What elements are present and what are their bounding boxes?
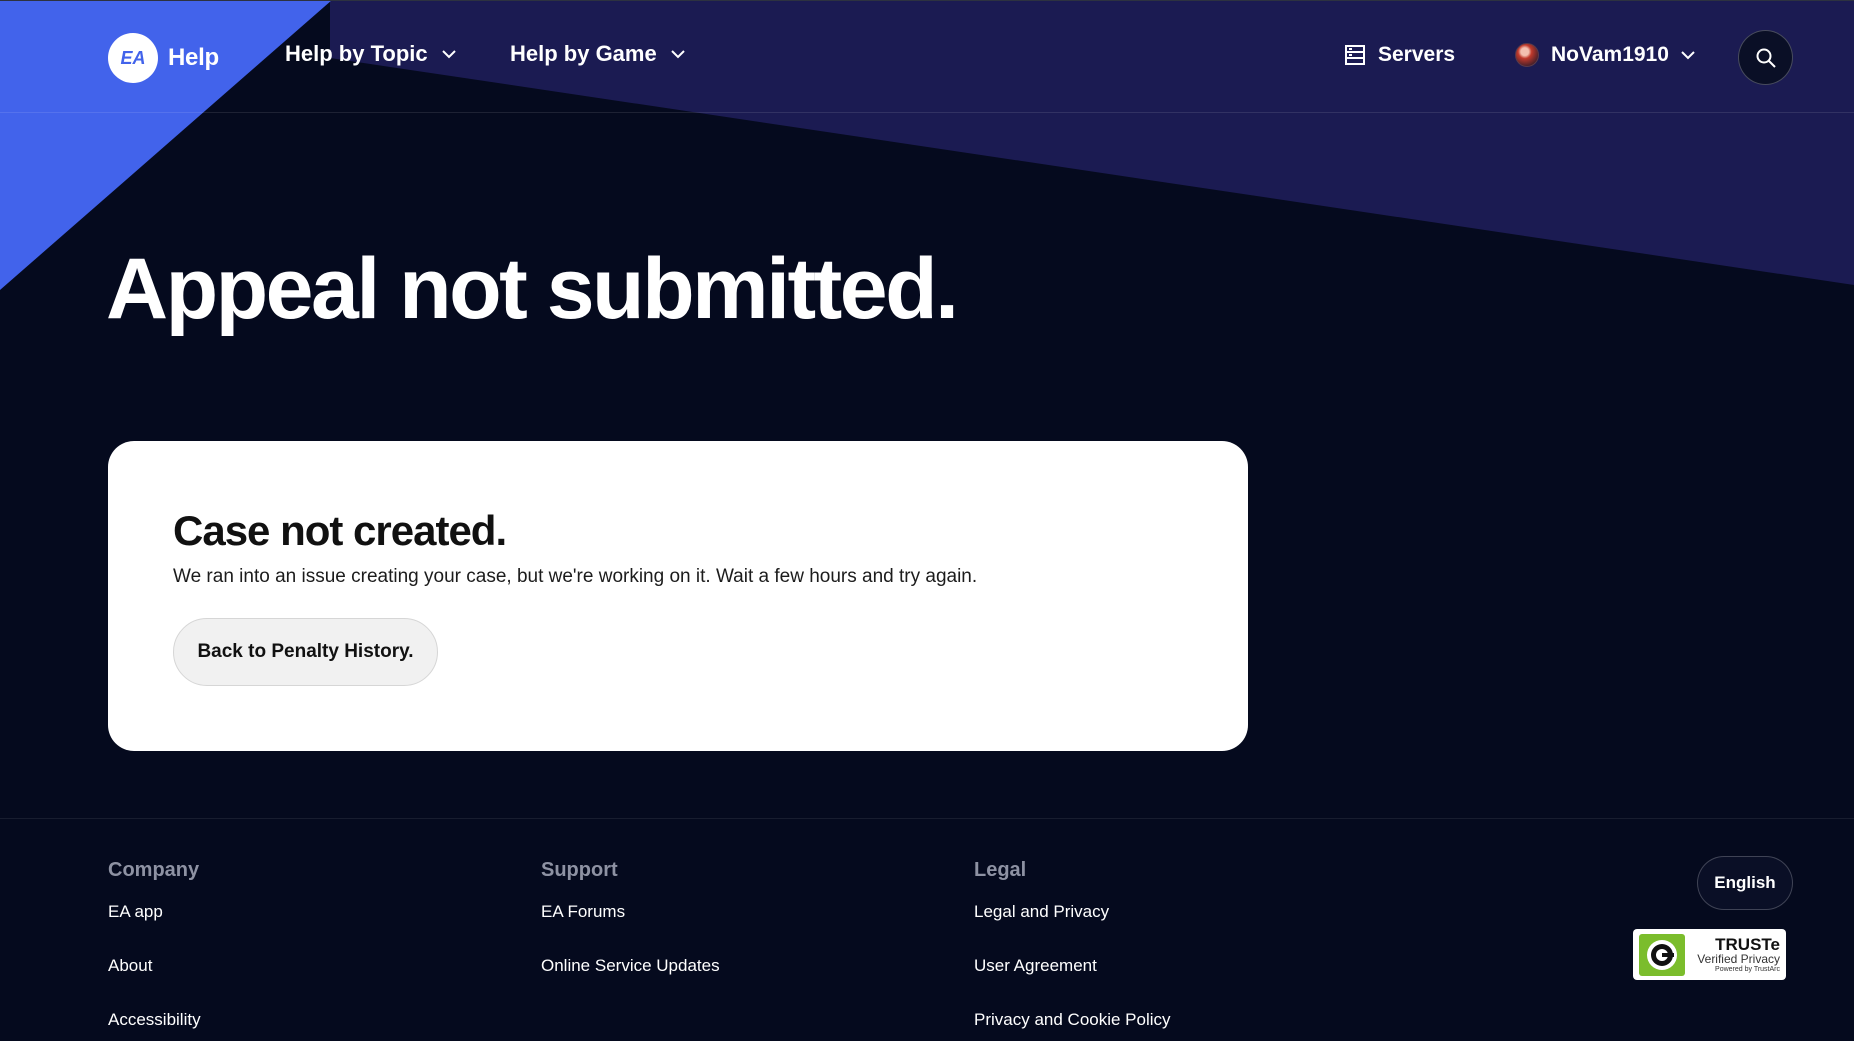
- footer-link-online-service-updates[interactable]: Online Service Updates: [541, 956, 720, 1010]
- error-card: Case not created. We ran into an issue c…: [108, 441, 1248, 751]
- footer-link-accessibility[interactable]: Accessibility: [108, 1010, 201, 1041]
- help-home-link[interactable]: EA Help: [108, 33, 219, 83]
- footer-link-privacy-and-cookie-policy[interactable]: Privacy and Cookie Policy: [974, 1010, 1171, 1041]
- top-nav-bar: EA Help Help by Topic Help by Game Serve…: [0, 0, 1854, 113]
- nav-help-by-topic[interactable]: Help by Topic: [285, 41, 456, 67]
- card-message: We ran into an issue creating your case,…: [173, 566, 978, 587]
- footer-heading: Support: [541, 859, 618, 881]
- page: EA Help Help by Topic Help by Game Serve…: [0, 0, 1854, 1041]
- user-menu[interactable]: NoVam1910: [1515, 43, 1695, 67]
- language-selector[interactable]: English: [1697, 856, 1793, 910]
- footer-link-ea-app[interactable]: EA app: [108, 902, 201, 956]
- card-title: Case not created.: [173, 507, 507, 554]
- search-button[interactable]: [1738, 30, 1793, 85]
- servers-link[interactable]: Servers: [1344, 43, 1455, 67]
- chevron-down-icon: [441, 49, 456, 58]
- truste-powered: Powered by TrustArc: [1715, 966, 1780, 974]
- servers-label: Servers: [1378, 43, 1456, 66]
- search-icon: [1756, 48, 1776, 68]
- chevron-down-icon: [671, 49, 685, 58]
- nav-help-by-topic-label: Help by Topic: [285, 41, 428, 66]
- footer-link-about[interactable]: About: [108, 956, 201, 1010]
- ea-logo-text: EA: [120, 48, 145, 68]
- footer: Company EA app About Accessibility Suppo…: [0, 818, 1854, 1041]
- truste-text: TRUSTe Verified Privacy Powered by Trust…: [1685, 934, 1780, 974]
- servers-icon: [1345, 45, 1365, 65]
- nav-help-by-game[interactable]: Help by Game: [510, 41, 685, 67]
- footer-heading: Legal: [974, 859, 1027, 881]
- help-label: Help: [168, 44, 219, 71]
- chevron-down-icon: [1681, 50, 1695, 59]
- truste-badge[interactable]: TRUSTe Verified Privacy Powered by Trust…: [1633, 929, 1786, 980]
- truste-logo-icon: [1639, 933, 1685, 976]
- footer-heading: Company: [108, 859, 200, 881]
- footer-link-legal-and-privacy[interactable]: Legal and Privacy: [974, 902, 1171, 956]
- truste-subtitle: Verified Privacy: [1697, 952, 1780, 967]
- footer-link-user-agreement[interactable]: User Agreement: [974, 956, 1171, 1010]
- username: NoVam1910: [1551, 43, 1669, 66]
- page-title: Appeal not submitted.: [106, 241, 959, 337]
- nav-help-by-game-label: Help by Game: [510, 41, 657, 66]
- footer-link-ea-forums[interactable]: EA Forums: [541, 902, 720, 956]
- truste-title: TRUSTe: [1715, 934, 1780, 954]
- footer-column-support: Support EA Forums Online Service Updates: [541, 859, 720, 1010]
- back-to-penalty-history-button[interactable]: Back to Penalty History.: [173, 618, 438, 686]
- avatar: [1515, 43, 1539, 67]
- footer-column-legal: Legal Legal and Privacy User Agreement P…: [974, 859, 1171, 1041]
- footer-column-company: Company EA app About Accessibility: [108, 859, 201, 1041]
- ea-logo-icon: EA: [108, 33, 158, 83]
